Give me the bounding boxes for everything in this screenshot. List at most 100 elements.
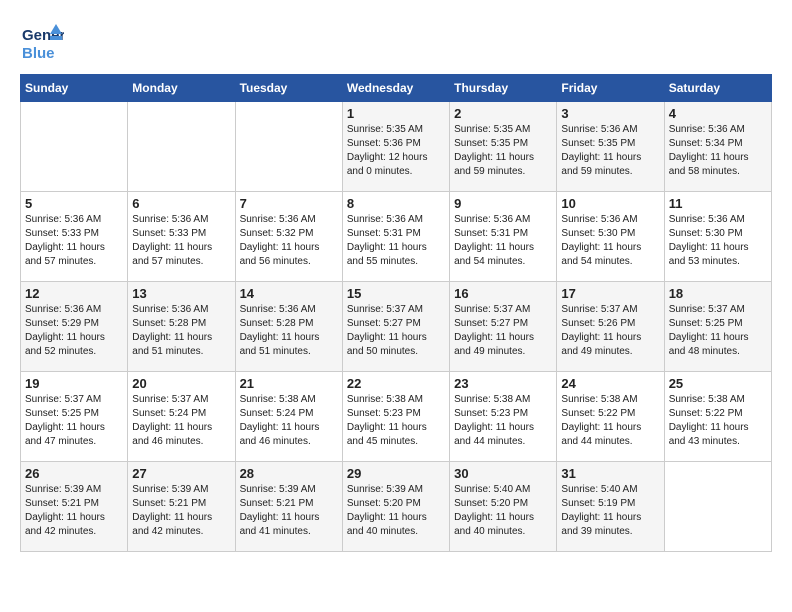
day-number: 14 [240, 286, 338, 301]
week-row-3: 12Sunrise: 5:36 AMSunset: 5:29 PMDayligh… [21, 282, 772, 372]
day-info: Sunrise: 5:40 AMSunset: 5:20 PMDaylight:… [454, 483, 552, 539]
day-number: 16 [454, 286, 552, 301]
day-number: 31 [561, 466, 659, 481]
day-info: Sunrise: 5:38 AMSunset: 5:23 PMDaylight:… [454, 393, 552, 449]
day-number: 21 [240, 376, 338, 391]
calendar-cell: 4 Sunrise: 5:36 AMSunset: 5:34 PMDaylight… [664, 102, 771, 192]
calendar-cell: 25 Sunrise: 5:38 AMSunset: 5:22 PMDayligh… [664, 372, 771, 462]
calendar-table: SundayMondayTuesdayWednesdayThursdayFrid… [20, 74, 772, 552]
calendar-cell: 27 Sunrise: 5:39 AMSunset: 5:21 PMDayligh… [128, 462, 235, 552]
weekday-header-sunday: Sunday [21, 75, 128, 102]
week-row-1: 1Sunrise: 5:35 AMSunset: 5:36 PMDaylight… [21, 102, 772, 192]
day-info: Sunrise: 5:37 AMSunset: 5:27 PMDaylight:… [347, 303, 445, 359]
calendar-cell: 29Sunrise: 5:39 AMSunset: 5:20 PMDayligh… [342, 462, 449, 552]
day-info: Sunrise: 5:36 AMSunset: 5:28 PMDaylight:… [132, 303, 230, 359]
day-info: Sunrise: 5:38 AMSunset: 5:22 PMDaylight:… [561, 393, 659, 449]
calendar-cell: 1Sunrise: 5:35 AMSunset: 5:36 PMDaylight… [342, 102, 449, 192]
day-info: Sunrise: 5:39 AMSunset: 5:20 PMDaylight:… [347, 483, 445, 539]
calendar-cell [128, 102, 235, 192]
logo-container: General Blue [20, 20, 64, 64]
weekday-header-saturday: Saturday [664, 75, 771, 102]
day-info: Sunrise: 5:37 AMSunset: 5:24 PMDaylight:… [132, 393, 230, 449]
weekday-header-wednesday: Wednesday [342, 75, 449, 102]
calendar-cell: 28 Sunrise: 5:39 AMSunset: 5:21 PMDayligh… [235, 462, 342, 552]
weekday-header-tuesday: Tuesday [235, 75, 342, 102]
day-info: Sunrise: 5:40 AMSunset: 5:19 PMDaylight:… [561, 483, 659, 539]
weekday-header-monday: Monday [128, 75, 235, 102]
day-number: 3 [561, 106, 659, 121]
calendar-cell: 2 Sunrise: 5:35 AMSunset: 5:35 PMDaylight… [450, 102, 557, 192]
calendar-cell: 20Sunrise: 5:37 AMSunset: 5:24 PMDayligh… [128, 372, 235, 462]
calendar-cell: 10 Sunrise: 5:36 AMSunset: 5:30 PMDayligh… [557, 192, 664, 282]
weekday-header-friday: Friday [557, 75, 664, 102]
calendar-cell: 12Sunrise: 5:36 AMSunset: 5:29 PMDayligh… [21, 282, 128, 372]
day-info: Sunrise: 5:36 AMSunset: 5:30 PMDaylight:… [669, 213, 767, 269]
calendar-cell: 23Sunrise: 5:38 AMSunset: 5:23 PMDayligh… [450, 372, 557, 462]
day-info: Sunrise: 5:36 AMSunset: 5:31 PMDaylight:… [454, 213, 552, 269]
weekday-header-row: SundayMondayTuesdayWednesdayThursdayFrid… [21, 75, 772, 102]
calendar-cell: 7 Sunrise: 5:36 AMSunset: 5:32 PMDaylight… [235, 192, 342, 282]
day-number: 25 [669, 376, 767, 391]
day-info: Sunrise: 5:36 AMSunset: 5:34 PMDaylight:… [669, 123, 767, 179]
week-row-4: 19 Sunrise: 5:37 AMSunset: 5:25 PMDayligh… [21, 372, 772, 462]
day-info: Sunrise: 5:36 AMSunset: 5:32 PMDaylight:… [240, 213, 338, 269]
logo-svg: General Blue [20, 20, 64, 64]
day-number: 13 [132, 286, 230, 301]
calendar-page: General Blue SundayMondayTuesdayWednesda… [0, 0, 792, 562]
day-number: 12 [25, 286, 123, 301]
calendar-cell: 11 Sunrise: 5:36 AMSunset: 5:30 PMDayligh… [664, 192, 771, 282]
day-number: 10 [561, 196, 659, 211]
day-info: Sunrise: 5:36 AMSunset: 5:33 PMDaylight:… [132, 213, 230, 269]
day-number: 4 [669, 106, 767, 121]
day-number: 15 [347, 286, 445, 301]
weekday-header-thursday: Thursday [450, 75, 557, 102]
calendar-cell: 22Sunrise: 5:38 AMSunset: 5:23 PMDayligh… [342, 372, 449, 462]
calendar-cell: 6 Sunrise: 5:36 AMSunset: 5:33 PMDaylight… [128, 192, 235, 282]
calendar-cell: 8Sunrise: 5:36 AMSunset: 5:31 PMDaylight… [342, 192, 449, 282]
day-info: Sunrise: 5:37 AMSunset: 5:25 PMDaylight:… [25, 393, 123, 449]
header: General Blue [20, 20, 772, 64]
day-number: 9 [454, 196, 552, 211]
calendar-cell: 24 Sunrise: 5:38 AMSunset: 5:22 PMDayligh… [557, 372, 664, 462]
day-number: 11 [669, 196, 767, 211]
day-info: Sunrise: 5:38 AMSunset: 5:22 PMDaylight:… [669, 393, 767, 449]
calendar-cell: 26 Sunrise: 5:39 AMSunset: 5:21 PMDayligh… [21, 462, 128, 552]
calendar-cell: 15 Sunrise: 5:37 AMSunset: 5:27 PMDayligh… [342, 282, 449, 372]
day-number: 18 [669, 286, 767, 301]
calendar-cell: 5 Sunrise: 5:36 AMSunset: 5:33 PMDaylight… [21, 192, 128, 282]
week-row-2: 5 Sunrise: 5:36 AMSunset: 5:33 PMDaylight… [21, 192, 772, 282]
day-number: 19 [25, 376, 123, 391]
day-info: Sunrise: 5:39 AMSunset: 5:21 PMDaylight:… [132, 483, 230, 539]
logo: General Blue [20, 20, 64, 64]
day-number: 7 [240, 196, 338, 211]
day-info: Sunrise: 5:38 AMSunset: 5:23 PMDaylight:… [347, 393, 445, 449]
day-number: 24 [561, 376, 659, 391]
day-info: Sunrise: 5:38 AMSunset: 5:24 PMDaylight:… [240, 393, 338, 449]
calendar-cell: 17Sunrise: 5:37 AMSunset: 5:26 PMDayligh… [557, 282, 664, 372]
calendar-cell: 13 Sunrise: 5:36 AMSunset: 5:28 PMDayligh… [128, 282, 235, 372]
calendar-cell [21, 102, 128, 192]
day-number: 28 [240, 466, 338, 481]
day-info: Sunrise: 5:37 AMSunset: 5:25 PMDaylight:… [669, 303, 767, 359]
calendar-cell: 31 Sunrise: 5:40 AMSunset: 5:19 PMDayligh… [557, 462, 664, 552]
day-info: Sunrise: 5:36 AMSunset: 5:33 PMDaylight:… [25, 213, 123, 269]
day-number: 2 [454, 106, 552, 121]
day-info: Sunrise: 5:35 AMSunset: 5:35 PMDaylight:… [454, 123, 552, 179]
day-info: Sunrise: 5:36 AMSunset: 5:28 PMDaylight:… [240, 303, 338, 359]
day-number: 26 [25, 466, 123, 481]
day-info: Sunrise: 5:37 AMSunset: 5:27 PMDaylight:… [454, 303, 552, 359]
day-info: Sunrise: 5:39 AMSunset: 5:21 PMDaylight:… [240, 483, 338, 539]
day-number: 17 [561, 286, 659, 301]
day-info: Sunrise: 5:36 AMSunset: 5:30 PMDaylight:… [561, 213, 659, 269]
day-number: 6 [132, 196, 230, 211]
day-number: 8 [347, 196, 445, 211]
calendar-cell: 21 Sunrise: 5:38 AMSunset: 5:24 PMDayligh… [235, 372, 342, 462]
week-row-5: 26 Sunrise: 5:39 AMSunset: 5:21 PMDayligh… [21, 462, 772, 552]
day-info: Sunrise: 5:39 AMSunset: 5:21 PMDaylight:… [25, 483, 123, 539]
day-info: Sunrise: 5:36 AMSunset: 5:35 PMDaylight:… [561, 123, 659, 179]
calendar-cell: 3 Sunrise: 5:36 AMSunset: 5:35 PMDaylight… [557, 102, 664, 192]
day-number: 27 [132, 466, 230, 481]
day-number: 5 [25, 196, 123, 211]
calendar-cell: 16 Sunrise: 5:37 AMSunset: 5:27 PMDayligh… [450, 282, 557, 372]
calendar-cell: 14 Sunrise: 5:36 AMSunset: 5:28 PMDayligh… [235, 282, 342, 372]
